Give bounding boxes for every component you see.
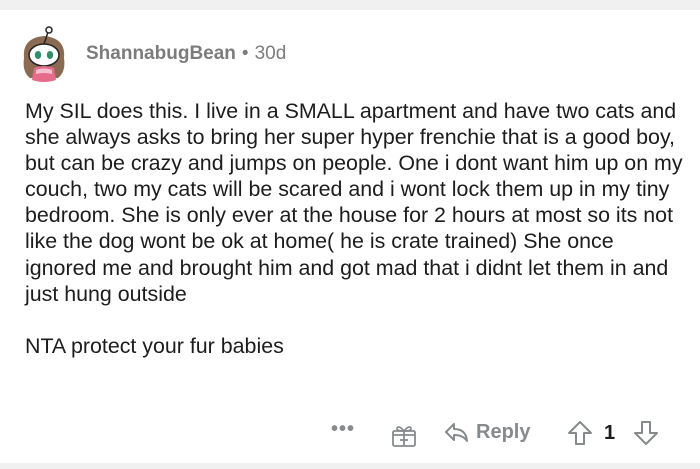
gift-icon[interactable] <box>391 422 417 448</box>
downvote-arrow-icon[interactable] <box>633 420 659 446</box>
comment-header: ShannabugBean • 30d <box>14 18 286 90</box>
upvote-arrow-icon[interactable] <box>567 420 593 446</box>
meta-separator: • <box>241 43 249 64</box>
comment-paragraph: NTA protect your fur babies <box>25 333 284 358</box>
reply-button[interactable]: Reply <box>443 420 530 444</box>
comment-age: 30d <box>254 43 287 64</box>
reply-arrow-icon <box>445 423 468 442</box>
comment-actions: ••• Reply 1 <box>0 416 700 452</box>
top-divider <box>0 0 700 10</box>
comment-body: My SIL does this. I live in a SMALL apar… <box>25 98 685 359</box>
comment-meta: ShannabugBean • 30d <box>86 43 286 65</box>
comment-paragraph: My SIL does this. I live in a SMALL apar… <box>25 99 683 306</box>
more-options-button[interactable]: ••• <box>331 418 355 441</box>
vote-score: 1 <box>604 422 616 444</box>
snoo-avatar-icon <box>14 24 74 84</box>
avatar[interactable] <box>14 24 74 84</box>
bottom-divider <box>0 463 700 469</box>
reply-label: Reply <box>476 420 531 443</box>
username-link[interactable]: ShannabugBean <box>86 43 236 65</box>
